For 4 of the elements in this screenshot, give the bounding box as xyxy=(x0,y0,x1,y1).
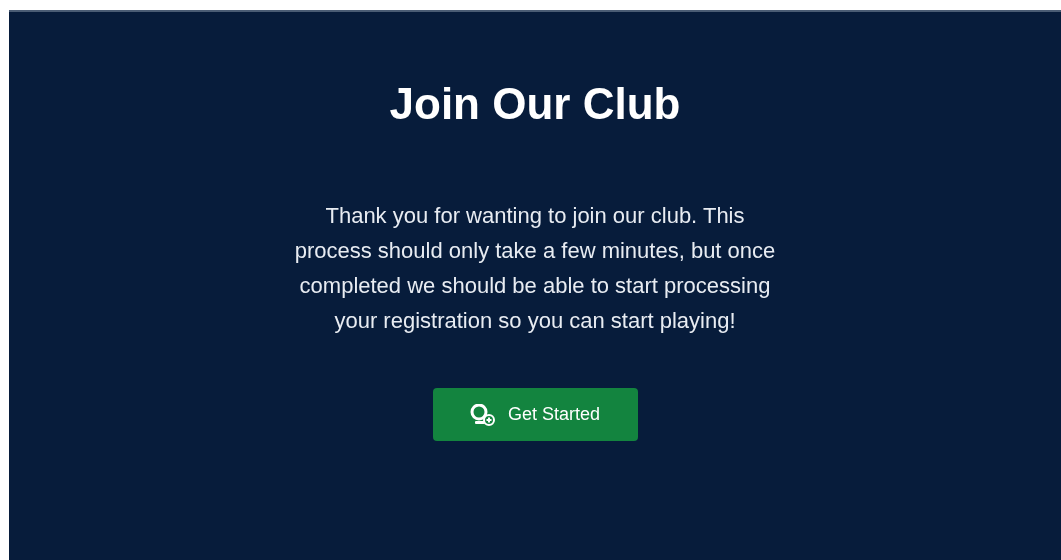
user-add-icon xyxy=(469,403,496,426)
page-title: Join Our Club xyxy=(389,78,681,130)
intro-text: Thank you for wanting to join our club. This process should only take a few minutes, but once completed we should be able to start processing your registration so you can start playing! xyxy=(293,202,777,335)
get-started-button[interactable]: Get Started xyxy=(432,388,638,441)
